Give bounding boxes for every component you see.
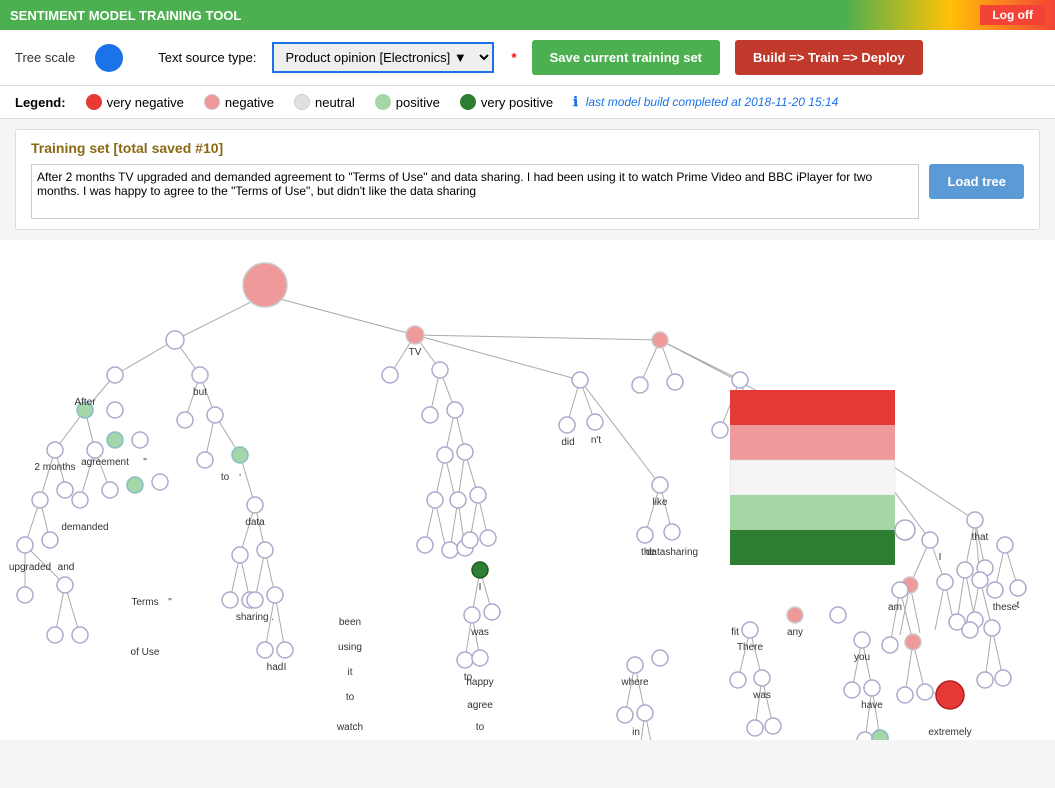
very-negative-label: very negative bbox=[107, 95, 184, 110]
legend-negative: negative bbox=[204, 94, 274, 110]
svg-text:datasharing: datasharing bbox=[646, 547, 698, 558]
svg-text:watch: watch bbox=[336, 722, 363, 733]
svg-text:": " bbox=[168, 597, 172, 608]
svg-text:I: I bbox=[939, 552, 942, 563]
negative-dot bbox=[204, 94, 220, 110]
svg-text:": " bbox=[143, 457, 147, 468]
very-positive-dot bbox=[460, 94, 476, 110]
svg-text:using: using bbox=[338, 642, 362, 653]
svg-text:have: have bbox=[861, 700, 883, 711]
svg-text:Terms: Terms bbox=[131, 597, 158, 608]
svg-text:TV: TV bbox=[409, 347, 422, 358]
load-tree-button[interactable]: Load tree bbox=[929, 164, 1024, 199]
training-set-title: Training set [total saved #10] bbox=[31, 140, 1024, 156]
svg-text:to: to bbox=[464, 672, 473, 683]
svg-text:in: in bbox=[632, 727, 640, 738]
tree-scale-label: Tree scale bbox=[15, 50, 75, 65]
svg-text:to: to bbox=[346, 692, 355, 703]
svg-text:it: it bbox=[348, 667, 353, 678]
training-textarea[interactable] bbox=[31, 164, 919, 219]
app-header: SENTIMENT MODEL TRAINING TOOL Log off bbox=[0, 0, 1055, 30]
neutral-dot bbox=[294, 94, 310, 110]
tree-scale-circle bbox=[95, 44, 123, 72]
very-positive-label: very positive bbox=[481, 95, 553, 110]
svg-text:After: After bbox=[74, 397, 96, 408]
svg-text:upgraded: upgraded bbox=[9, 562, 51, 573]
svg-text:had: had bbox=[267, 662, 284, 673]
legend-label: Legend: bbox=[15, 95, 66, 110]
svg-text:and: and bbox=[58, 562, 75, 573]
legend-positive: positive bbox=[375, 94, 440, 110]
app-title: SENTIMENT MODEL TRAINING TOOL bbox=[10, 8, 980, 23]
svg-text:to: to bbox=[221, 472, 230, 483]
text-source-label: Text source type: bbox=[158, 50, 256, 65]
svg-text:2 months: 2 months bbox=[34, 462, 75, 473]
legend-bar: Legend: very negative negative neutral p… bbox=[0, 86, 1055, 119]
svg-text:am: am bbox=[888, 602, 902, 613]
svg-text:demanded: demanded bbox=[61, 522, 108, 533]
svg-text:but: but bbox=[193, 387, 207, 398]
svg-text:was: was bbox=[752, 690, 771, 701]
svg-text:t: t bbox=[1017, 600, 1020, 611]
svg-text:I: I bbox=[479, 582, 482, 593]
build-info-text: last model build completed at 2018-11-20… bbox=[586, 95, 839, 109]
legend-very-positive: very positive bbox=[460, 94, 553, 110]
svg-text:that: that bbox=[972, 532, 989, 543]
svg-text:these: these bbox=[993, 602, 1018, 613]
svg-text:extremely: extremely bbox=[928, 727, 971, 738]
svg-text:agreement: agreement bbox=[81, 457, 129, 468]
legend-neutral: neutral bbox=[294, 94, 355, 110]
svg-text:n't: n't bbox=[591, 435, 601, 446]
svg-text:been: been bbox=[339, 617, 361, 628]
legend-very-negative: very negative bbox=[86, 94, 184, 110]
svg-text:I: I bbox=[284, 662, 287, 673]
positive-dot bbox=[375, 94, 391, 110]
tree-visualization: After 2 months but , agreement demanded … bbox=[0, 240, 1055, 740]
svg-text:you: you bbox=[854, 652, 870, 663]
svg-text:of Use: of Use bbox=[131, 647, 160, 658]
svg-text:fit: fit bbox=[731, 627, 739, 638]
svg-text:to: to bbox=[476, 722, 485, 733]
logoff-button[interactable]: Log off bbox=[980, 5, 1045, 25]
svg-text:,: , bbox=[239, 467, 242, 478]
info-icon: ℹ bbox=[573, 94, 578, 109]
svg-text:did: did bbox=[561, 437, 574, 448]
neutral-label: neutral bbox=[315, 95, 355, 110]
svg-text:was: was bbox=[470, 627, 489, 638]
svg-text:like: like bbox=[652, 497, 667, 508]
training-panel: Training set [total saved #10] Load tree bbox=[15, 129, 1040, 230]
build-train-deploy-button[interactable]: Build => Train => Deploy bbox=[735, 40, 923, 75]
required-asterisk: * bbox=[512, 50, 517, 65]
svg-text:sharing .: sharing . bbox=[236, 612, 274, 623]
save-button[interactable]: Save current training set bbox=[532, 40, 720, 75]
svg-text:agree: agree bbox=[467, 700, 493, 711]
svg-text:There: There bbox=[737, 642, 764, 653]
build-info: ℹ last model build completed at 2018-11-… bbox=[573, 94, 838, 110]
very-negative-dot bbox=[86, 94, 102, 110]
positive-label: positive bbox=[396, 95, 440, 110]
svg-text:where: where bbox=[620, 677, 649, 688]
text-source-select[interactable]: Product opinion [Electronics] ▼ Movie re… bbox=[272, 42, 494, 73]
tree-svg: After 2 months but , agreement demanded … bbox=[0, 240, 1055, 740]
svg-text:data: data bbox=[245, 517, 265, 528]
toolbar: Tree scale Text source type: Product opi… bbox=[0, 30, 1055, 86]
training-row: Load tree bbox=[31, 164, 1024, 219]
negative-label: negative bbox=[225, 95, 274, 110]
svg-text:any: any bbox=[787, 627, 803, 638]
